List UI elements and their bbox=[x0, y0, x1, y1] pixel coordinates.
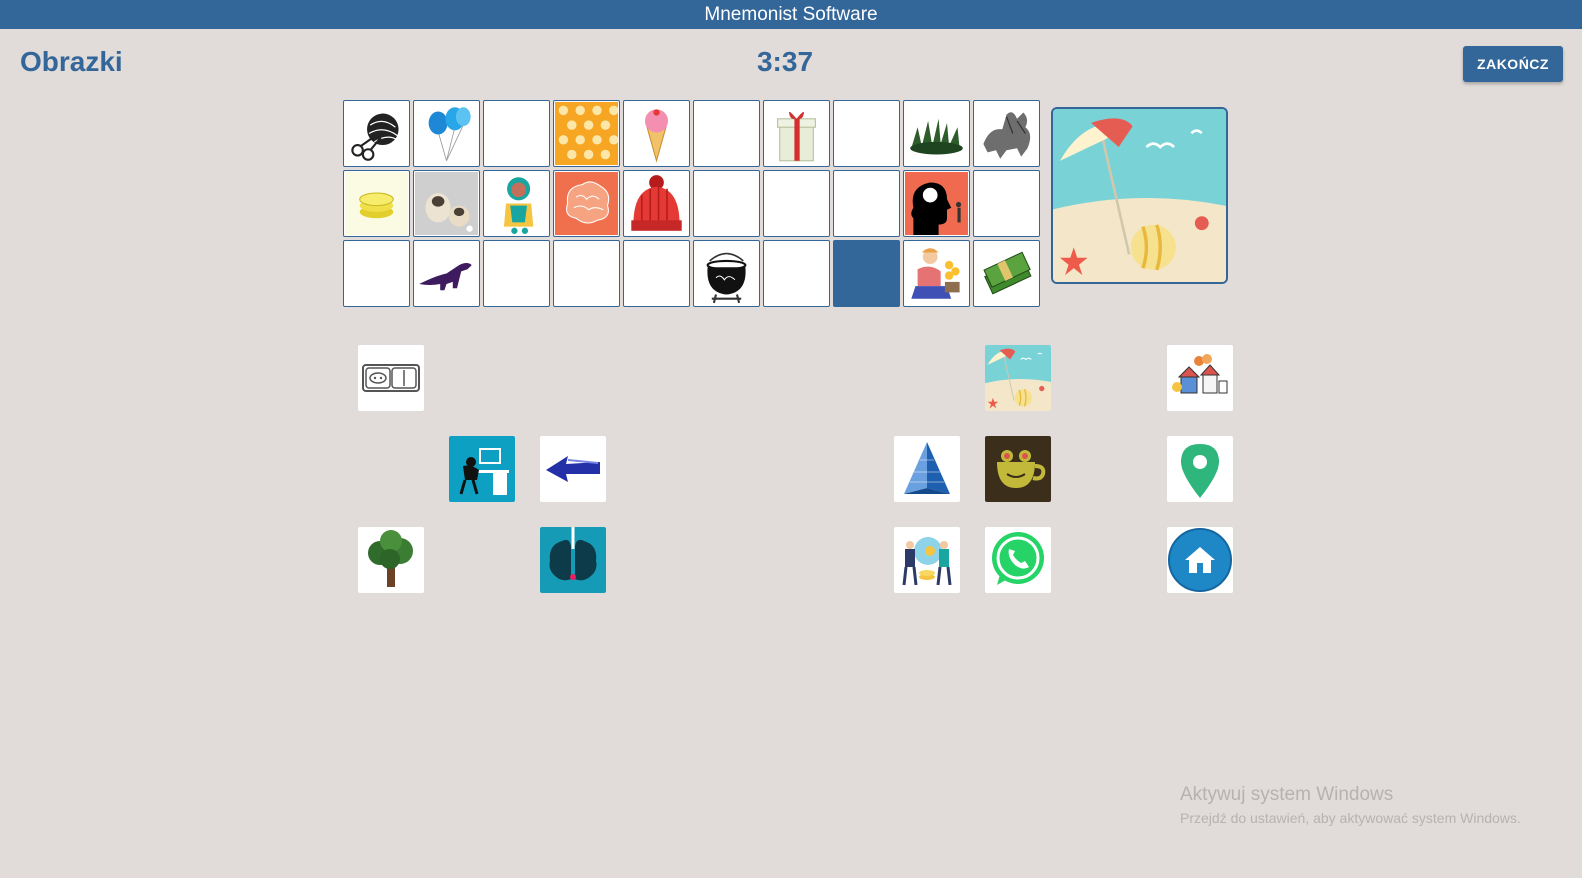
grid-cell-yarn-scissors[interactable] bbox=[343, 100, 410, 167]
choice-left-4[interactable] bbox=[540, 527, 606, 593]
business-people-coins-icon bbox=[902, 537, 952, 586]
grid-cell-dinosaur[interactable] bbox=[413, 240, 480, 307]
whatsapp-logo-icon bbox=[992, 532, 1044, 585]
ice-cream-cone-icon bbox=[644, 109, 669, 163]
grid-cell-balloons[interactable] bbox=[413, 100, 480, 167]
grid-cell-gardener-flowers[interactable] bbox=[903, 240, 970, 307]
choice-right-5[interactable] bbox=[894, 527, 960, 593]
balloons-icon bbox=[428, 107, 471, 161]
grid-cell-empty[interactable] bbox=[483, 240, 550, 307]
grid-cell-grass-bush[interactable] bbox=[903, 100, 970, 167]
grid-cell-empty[interactable] bbox=[553, 240, 620, 307]
memory-grid bbox=[343, 100, 1040, 307]
current-image-preview bbox=[1051, 107, 1228, 284]
home-button-icon bbox=[1168, 528, 1232, 592]
grid-cell-empty[interactable] bbox=[833, 170, 900, 237]
grid-cell-ice-cream-cone[interactable] bbox=[623, 100, 690, 167]
choice-left-0[interactable] bbox=[358, 345, 424, 411]
grid-cell-griffin[interactable] bbox=[973, 100, 1040, 167]
choice-left-2[interactable] bbox=[540, 436, 606, 502]
orange-dots-icon bbox=[555, 102, 618, 165]
watermark-subtitle: Przejdź do ustawień, aby aktywować syste… bbox=[1180, 810, 1521, 826]
grid-cell-cartoon-kid[interactable] bbox=[483, 170, 550, 237]
grid-cell-red-winter-hat[interactable] bbox=[623, 170, 690, 237]
village-houses-icon bbox=[1172, 354, 1228, 394]
yarn-scissors-icon bbox=[351, 113, 399, 161]
grid-cell-selected[interactable] bbox=[833, 240, 900, 307]
app-title: Mnemonist Software bbox=[704, 3, 878, 25]
windows-activation-watermark: Aktywuj system Windows Przejdź do ustawi… bbox=[1180, 784, 1521, 826]
frog-teacup-icon bbox=[985, 436, 1051, 502]
grid-cell-empty[interactable] bbox=[763, 170, 830, 237]
choice-right-2[interactable] bbox=[894, 436, 960, 502]
choice-right-6[interactable] bbox=[985, 527, 1051, 593]
grid-cell-orange-dots[interactable] bbox=[553, 100, 620, 167]
head-brain-silhouette-icon bbox=[905, 172, 968, 235]
watermark-title: Aktywuj system Windows bbox=[1180, 784, 1394, 805]
blue-pyramid-icon bbox=[904, 442, 950, 494]
dinosaur-icon bbox=[419, 263, 472, 291]
power-socket-icon bbox=[362, 364, 420, 392]
brain-icon bbox=[555, 172, 618, 235]
grid-cell-empty[interactable] bbox=[693, 170, 760, 237]
finish-button[interactable]: ZAKOŃCZ bbox=[1463, 46, 1563, 82]
money-bundle-icon bbox=[983, 251, 1032, 295]
blue-left-arrow-icon bbox=[546, 456, 600, 482]
grid-cell-empty[interactable] bbox=[763, 240, 830, 307]
choice-right-4[interactable] bbox=[1167, 436, 1233, 502]
choice-right-1[interactable] bbox=[1167, 345, 1233, 411]
app-title-bar: Mnemonist Software bbox=[0, 0, 1582, 29]
choice-right-0[interactable] bbox=[985, 345, 1051, 411]
map-pin-icon bbox=[1181, 444, 1219, 498]
beach-umbrella-ball-icon bbox=[985, 345, 1051, 411]
grid-cell-empty[interactable] bbox=[973, 170, 1040, 237]
red-winter-hat-icon bbox=[631, 175, 682, 231]
brain-lightning-icon bbox=[540, 527, 606, 593]
cauldron-icon bbox=[706, 252, 747, 304]
grid-cell-head-brain-silhouette[interactable] bbox=[903, 170, 970, 237]
gold-coins-icon bbox=[345, 172, 408, 235]
grid-cell-empty[interactable] bbox=[833, 100, 900, 167]
choice-right-3[interactable] bbox=[985, 436, 1051, 502]
pug-dogs-icon bbox=[415, 172, 478, 235]
choice-left-3[interactable] bbox=[358, 527, 424, 593]
choice-right-7[interactable] bbox=[1167, 527, 1233, 593]
grass-bush-icon bbox=[910, 118, 963, 155]
tree-icon bbox=[368, 530, 413, 587]
grid-cell-gold-coins[interactable] bbox=[343, 170, 410, 237]
grid-cell-empty[interactable] bbox=[693, 100, 760, 167]
griffin-icon bbox=[983, 112, 1031, 159]
countdown-timer: 3:37 bbox=[756, 46, 814, 77]
grid-cell-empty[interactable] bbox=[483, 100, 550, 167]
page-title: Obrazki bbox=[20, 46, 123, 77]
cartoon-kid-icon bbox=[503, 177, 534, 234]
grid-cell-empty[interactable] bbox=[623, 240, 690, 307]
gift-box-icon bbox=[777, 111, 816, 162]
grid-cell-money-bundle[interactable] bbox=[973, 240, 1040, 307]
grid-cell-brain[interactable] bbox=[553, 170, 620, 237]
gardener-flowers-icon bbox=[911, 248, 960, 299]
grid-cell-cauldron[interactable] bbox=[693, 240, 760, 307]
grid-cell-empty[interactable] bbox=[343, 240, 410, 307]
tired-office-worker-icon bbox=[449, 436, 515, 502]
choice-left-1[interactable] bbox=[449, 436, 515, 502]
grid-cell-gift-box[interactable] bbox=[763, 100, 830, 167]
beach-umbrella-ball-icon bbox=[1053, 109, 1226, 282]
grid-cell-pug-dogs[interactable] bbox=[413, 170, 480, 237]
